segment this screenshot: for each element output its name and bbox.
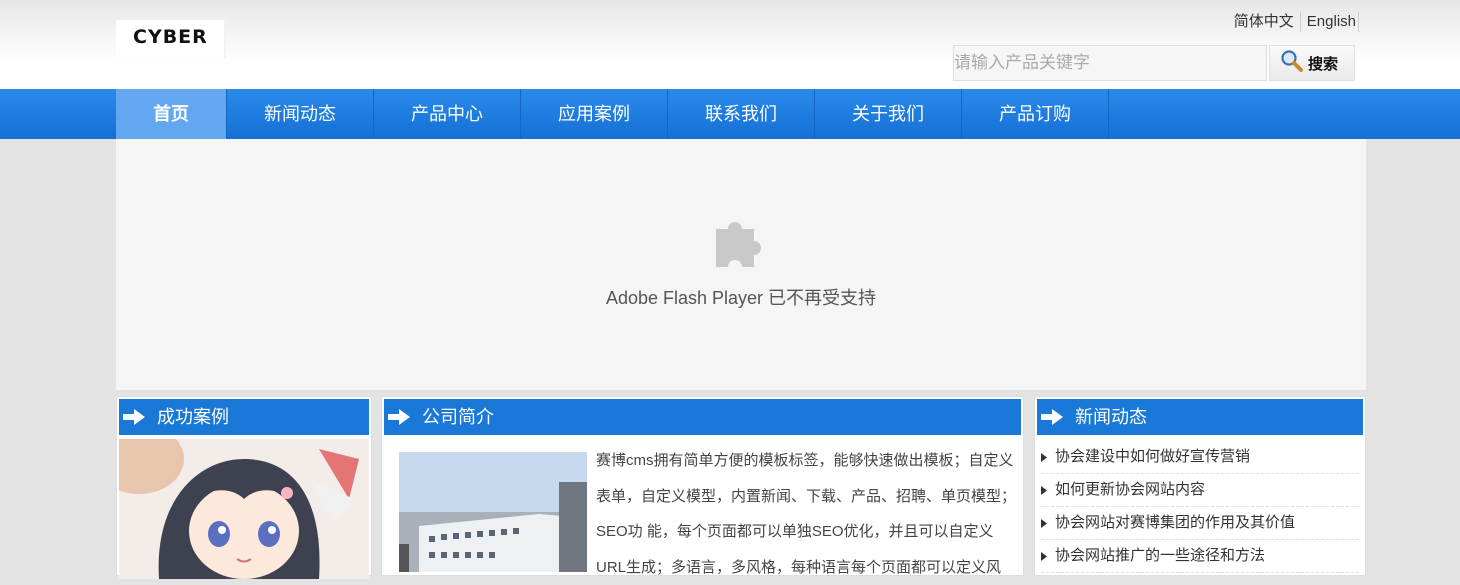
news-panel-header: 新闻动态 <box>1037 399 1363 435</box>
news-item-title[interactable]: 如何更新协会网站内容 <box>1055 474 1205 506</box>
cases-panel: 成功案例 <box>116 396 372 579</box>
nav-home[interactable]: 首页 <box>116 89 227 139</box>
news-item-title[interactable]: 协会网站推广的一些途径和方法 <box>1055 540 1265 572</box>
bullet-arrow-icon <box>1041 518 1047 528</box>
case-anime-image[interactable] <box>119 439 369 579</box>
news-item[interactable]: 协会网站推广的一些途径和方法 <box>1041 540 1359 573</box>
bullet-arrow-icon <box>1041 485 1047 495</box>
header: CYBER 简体中文 English 搜索 <box>0 0 1460 89</box>
language-switcher: 简体中文 English <box>1228 12 1359 32</box>
company-building-image <box>399 452 587 572</box>
nav-order[interactable]: 产品订购 <box>962 89 1109 139</box>
company-intro-text: 赛博cms拥有简单方便的模板标签，能够快速做出模板；自定义表单，自定义模型，内置… <box>596 452 1017 576</box>
about-panel-title: 公司简介 <box>422 407 494 427</box>
bullet-arrow-icon <box>1041 452 1047 462</box>
about-panel-header: 公司简介 <box>384 399 1021 435</box>
arrow-right-icon <box>388 409 410 425</box>
arrow-right-icon <box>1041 409 1063 425</box>
arrow-right-icon <box>123 409 145 425</box>
news-panel-title: 新闻动态 <box>1075 407 1147 427</box>
nav-news[interactable]: 新闻动态 <box>227 89 374 139</box>
about-panel: 公司简介 赛博cms拥有简单方便的模板标签，能够快速做出模板；自定义表单，自定义… <box>381 396 1024 576</box>
nav-cases[interactable]: 应用案例 <box>521 89 668 139</box>
news-item-title[interactable]: 协会网站对赛博集团的作用及其价值 <box>1055 507 1295 539</box>
plugin-puzzle-icon <box>716 222 761 267</box>
nav-contact[interactable]: 联系我们 <box>668 89 815 139</box>
news-item[interactable]: 如何更新协会网站内容 <box>1041 474 1359 507</box>
lang-chinese[interactable]: 简体中文 <box>1228 12 1301 32</box>
news-item-title[interactable]: 协会建设中如何做好宣传营销 <box>1055 441 1250 473</box>
nav-about[interactable]: 关于我们 <box>815 89 962 139</box>
cases-panel-header: 成功案例 <box>119 399 369 435</box>
main-nav: 首页 新闻动态 产品中心 应用案例 联系我们 关于我们 产品订购 <box>0 89 1460 139</box>
nav-products[interactable]: 产品中心 <box>374 89 521 139</box>
news-panel: 新闻动态 协会建设中如何做好宣传营销 如何更新协会网站内容 协会网站对赛博集团的… <box>1034 396 1366 576</box>
bullet-arrow-icon <box>1041 551 1047 561</box>
flash-banner: Adobe Flash Player 已不再受支持 <box>116 139 1366 390</box>
search-icon <box>1280 49 1304 77</box>
site-logo[interactable]: CYBER <box>116 20 226 58</box>
search-input[interactable] <box>953 45 1267 81</box>
search-button-label: 搜索 <box>1308 55 1339 73</box>
cases-panel-title: 成功案例 <box>157 407 229 427</box>
lang-english[interactable]: English <box>1301 12 1359 32</box>
flash-unsupported-message: Adobe Flash Player 已不再受支持 <box>605 288 877 308</box>
news-item[interactable]: 协会网站对赛博集团的作用及其价值 <box>1041 507 1359 540</box>
news-item[interactable]: 协会建设中如何做好宣传营销 <box>1041 441 1359 474</box>
search-button[interactable]: 搜索 <box>1269 45 1355 81</box>
news-list: 协会建设中如何做好宣传营销 如何更新协会网站内容 协会网站对赛博集团的作用及其价… <box>1041 441 1359 573</box>
